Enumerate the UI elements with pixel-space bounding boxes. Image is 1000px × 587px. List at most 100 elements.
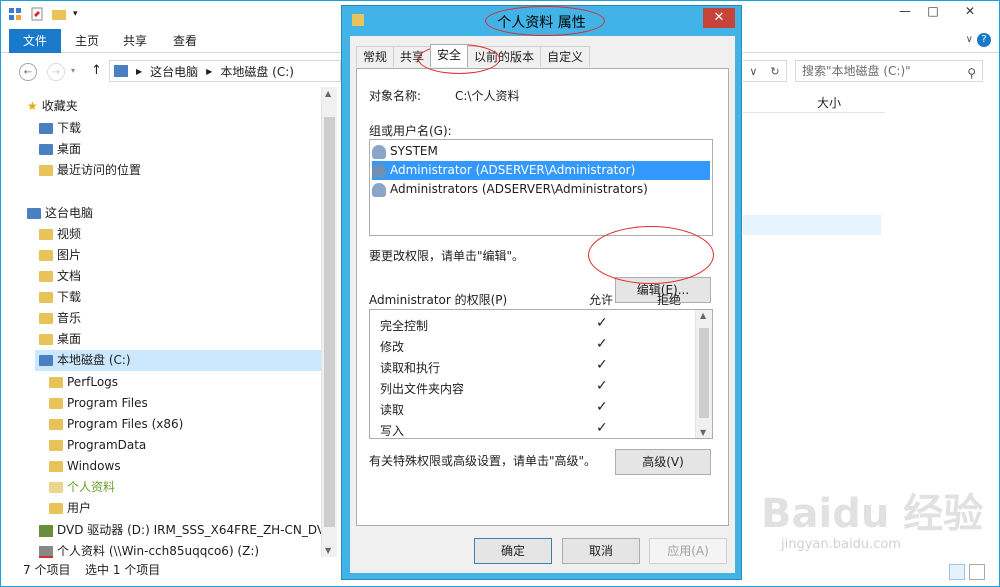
advanced-button[interactable]: 高级(V) bbox=[615, 449, 711, 475]
search-icon[interactable]: ⚲ bbox=[967, 63, 976, 83]
folder-icon bbox=[49, 398, 63, 409]
permissions-scrollbar[interactable]: ▲ ▼ bbox=[695, 310, 712, 438]
search-input[interactable]: 搜索"本地磁盘 (C:)" ⚲ bbox=[795, 60, 983, 82]
breadcrumb-drive-c[interactable]: 本地磁盘 (C:) bbox=[220, 63, 294, 80]
nav-dvd-drive[interactable]: DVD 驱动器 (D:) IRM_SSS_X64FRE_ZH-CN_DV5 bbox=[39, 520, 333, 541]
nav-music[interactable]: 音乐 bbox=[39, 308, 81, 329]
nav-label: 个人资料 bbox=[67, 480, 116, 494]
nav-label: 文档 bbox=[57, 269, 82, 283]
breadcrumb-sep-icon[interactable]: ▶ bbox=[136, 67, 142, 76]
file-row-selected[interactable] bbox=[743, 215, 881, 235]
maximize-icon[interactable]: □ bbox=[919, 1, 947, 21]
tab-security[interactable]: 安全 bbox=[430, 44, 469, 67]
nav-label: PerfLogs bbox=[67, 375, 119, 389]
cancel-button[interactable]: 取消 bbox=[562, 538, 640, 564]
nav-label: 个人资料 (\\Win-cch85uqqco6) (Z:) bbox=[57, 544, 260, 558]
nav-label: 下载 bbox=[57, 121, 82, 135]
ribbon-expand-icon[interactable]: ∨ bbox=[966, 34, 973, 45]
check-icon: ✓ bbox=[596, 336, 608, 352]
nav-this-pc[interactable]: 这台电脑 bbox=[27, 203, 93, 224]
tab-previous-versions[interactable]: 以前的版本 bbox=[467, 46, 542, 67]
minimize-icon[interactable]: — bbox=[891, 1, 919, 21]
nav-desktop[interactable]: 桌面 bbox=[39, 139, 81, 160]
scroll-thumb[interactable] bbox=[699, 328, 709, 418]
scroll-thumb[interactable] bbox=[324, 117, 335, 527]
address-bar[interactable]: ▶ 这台电脑 ▶ 本地磁盘 (C:) bbox=[109, 60, 341, 82]
nav-personal[interactable]: 个人资料 bbox=[49, 477, 115, 498]
navigation-pane: ★ 收藏夹 下载 桌面 最近访问的位置 这台电脑 视频 图片 文档 下载 音乐 桌… bbox=[1, 91, 333, 558]
dialog-tabs: 常规 共享 安全 以前的版本 自定义 bbox=[356, 44, 591, 68]
nav-users[interactable]: 用户 bbox=[49, 498, 91, 519]
folder-icon bbox=[49, 503, 63, 514]
ribbon-tab-file[interactable]: 文件 bbox=[9, 29, 62, 53]
large-icons-view-icon[interactable] bbox=[969, 564, 985, 580]
status-item-count: 7 个项目 bbox=[23, 563, 71, 577]
nav-downloads-2[interactable]: 下载 bbox=[39, 287, 81, 308]
forward-icon[interactable]: → bbox=[47, 63, 65, 81]
folder-icon bbox=[49, 482, 63, 493]
nav-documents[interactable]: 文档 bbox=[39, 266, 81, 287]
details-view-icon[interactable] bbox=[949, 564, 965, 580]
tab-sharing[interactable]: 共享 bbox=[393, 46, 432, 67]
scroll-up-icon[interactable]: ▲ bbox=[325, 89, 331, 98]
nav-program-files-x86[interactable]: Program Files (x86) bbox=[49, 414, 183, 435]
nav-scrollbar[interactable]: ▲ ▼ bbox=[321, 87, 337, 557]
nav-program-files[interactable]: Program Files bbox=[49, 393, 148, 414]
recent-dropdown-icon[interactable]: ▾ bbox=[71, 66, 75, 75]
close-icon[interactable]: ✕ bbox=[947, 1, 993, 21]
tab-general[interactable]: 常规 bbox=[356, 46, 395, 67]
list-item-selected[interactable]: Administrator (ADSERVER\Administrator) bbox=[372, 161, 710, 180]
nav-recent[interactable]: 最近访问的位置 bbox=[39, 160, 141, 181]
refresh-icon[interactable]: ↻ bbox=[770, 65, 779, 78]
permission-name: 读取 bbox=[380, 403, 405, 417]
address-dropdown-icon[interactable]: ∨ bbox=[749, 65, 757, 78]
dvd-icon bbox=[39, 524, 53, 537]
nav-programdata[interactable]: ProgramData bbox=[49, 435, 146, 456]
new-document-icon[interactable] bbox=[29, 6, 45, 22]
nav-label: Windows bbox=[67, 459, 121, 473]
qat-dropdown-icon[interactable]: ▾ bbox=[73, 9, 78, 19]
folder-icon bbox=[49, 440, 63, 451]
nav-label: 下载 bbox=[57, 290, 82, 304]
nav-downloads[interactable]: 下载 bbox=[39, 118, 81, 139]
list-item[interactable]: SYSTEM bbox=[372, 142, 442, 161]
ok-button[interactable]: 确定 bbox=[474, 538, 552, 564]
apply-button[interactable]: 应用(A) bbox=[649, 538, 727, 564]
nav-perflogs[interactable]: PerfLogs bbox=[49, 372, 118, 393]
nav-pictures[interactable]: 图片 bbox=[39, 245, 81, 266]
downloads-icon bbox=[39, 292, 53, 303]
user-list[interactable]: SYSTEM Administrator (ADSERVER\Administr… bbox=[369, 139, 713, 236]
scroll-down-icon[interactable]: ▼ bbox=[325, 546, 331, 555]
nav-desktop-2[interactable]: 桌面 bbox=[39, 329, 81, 350]
back-icon[interactable]: ← bbox=[19, 63, 37, 81]
nav-network-drive[interactable]: 个人资料 (\\Win-cch85uqqco6) (Z:) bbox=[39, 541, 259, 562]
dialog-close-button[interactable]: ✕ bbox=[703, 8, 735, 28]
nav-windows[interactable]: Windows bbox=[49, 456, 121, 477]
ribbon-tab-home[interactable]: 主页 bbox=[63, 29, 111, 53]
ribbon-tab-view[interactable]: 查看 bbox=[161, 29, 209, 53]
nav-label: DVD 驱动器 (D:) IRM_SSS_X64FRE_ZH-CN_DV5 bbox=[57, 523, 333, 537]
desktop-icon bbox=[39, 144, 53, 155]
permissions-label: Administrator 的权限(P) bbox=[369, 293, 508, 307]
security-tab-page: 对象名称: C:\个人资料 组或用户名(G): SYSTEM Administr… bbox=[356, 68, 729, 526]
permission-row: 完全控制 ✓ bbox=[370, 314, 696, 335]
list-item[interactable]: Administrators (ADSERVER\Administrators) bbox=[372, 180, 652, 199]
documents-icon bbox=[39, 271, 53, 282]
help-icon[interactable]: ? bbox=[977, 33, 991, 47]
permission-row: 写入 ✓ bbox=[370, 419, 696, 438]
nav-favorites[interactable]: ★ 收藏夹 bbox=[27, 96, 78, 117]
column-size[interactable]: 大小 bbox=[817, 94, 841, 111]
folder-icon[interactable] bbox=[51, 6, 67, 22]
nav-videos[interactable]: 视频 bbox=[39, 224, 81, 245]
breadcrumb-this-pc[interactable]: 这台电脑 bbox=[150, 63, 198, 80]
scroll-up-icon[interactable]: ▲ bbox=[700, 311, 706, 320]
properties-icon[interactable] bbox=[7, 6, 23, 22]
ribbon-tab-share[interactable]: 共享 bbox=[111, 29, 159, 53]
permission-row: 修改 ✓ bbox=[370, 335, 696, 356]
breadcrumb-sep-icon[interactable]: ▶ bbox=[206, 67, 212, 76]
tab-customize[interactable]: 自定义 bbox=[540, 46, 591, 67]
scroll-down-icon[interactable]: ▼ bbox=[700, 428, 706, 437]
user-name: Administrator (ADSERVER\Administrator) bbox=[390, 163, 636, 177]
nav-drive-c[interactable]: 本地磁盘 (C:) bbox=[35, 350, 321, 371]
up-icon[interactable]: ↑ bbox=[91, 63, 102, 78]
